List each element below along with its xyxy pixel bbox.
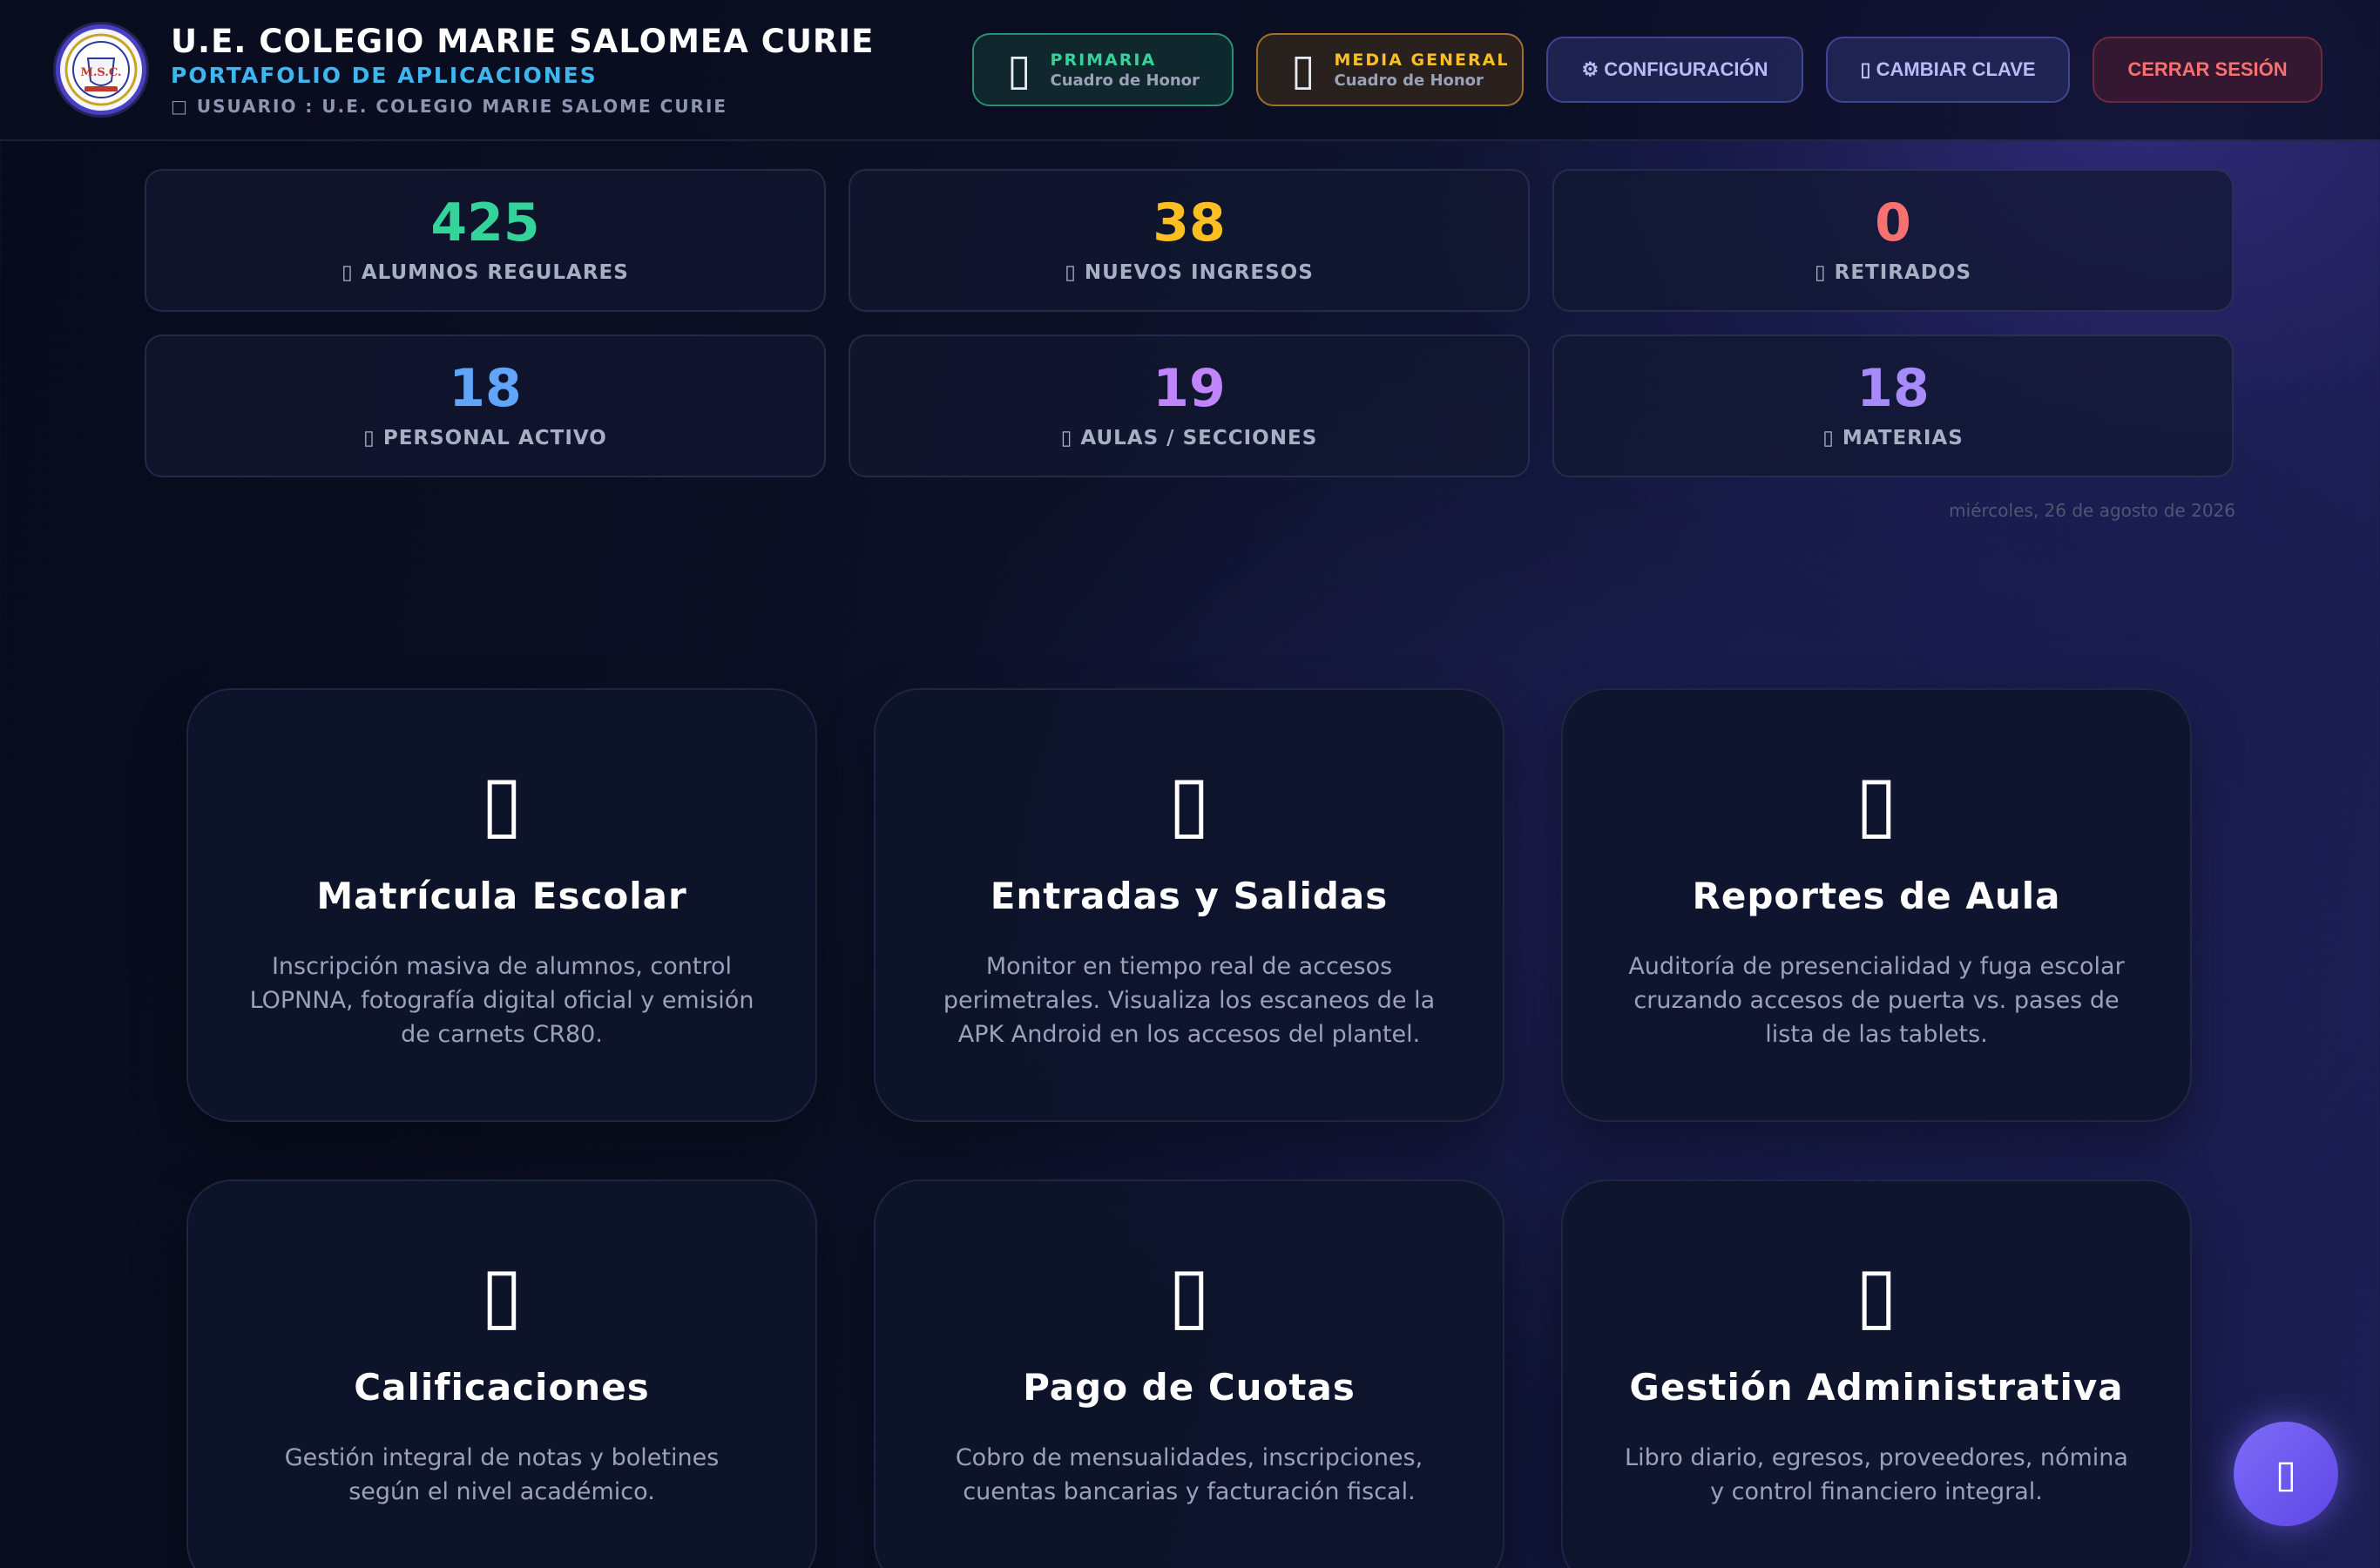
stat-value: 38: [1153, 193, 1226, 253]
stat-value: 425: [430, 193, 540, 253]
stat-label: ▯ AULAS / SECCIONES: [1060, 427, 1318, 449]
chat-icon: ▯: [2275, 1451, 2297, 1497]
module-card-grades[interactable]: ▯ Calificaciones Gestión integral de not…: [186, 1179, 817, 1568]
stat-value: 19: [1153, 358, 1226, 419]
logout-button[interactable]: CERRAR SESIÓN: [2093, 37, 2323, 103]
module-card-administration[interactable]: ▯ Gestión Administrativa Libro diario, e…: [1561, 1179, 2192, 1568]
module-title: Calificaciones: [354, 1366, 650, 1409]
svg-text:M.S.C.: M.S.C.: [80, 66, 121, 79]
floating-action-button[interactable]: ▯: [2234, 1422, 2338, 1526]
trophy-icon: ▯: [1291, 44, 1315, 95]
stat-card-withdrawn: 0 ▯ RETIRADOS: [1552, 169, 2234, 312]
module-card-enrollment[interactable]: ▯ Matrícula Escolar Inscripción masiva d…: [186, 688, 817, 1122]
module-description: Libro diario, egresos, proveedores, nómi…: [1625, 1444, 2128, 1505]
stat-value: 0: [1875, 193, 1911, 253]
module-description: Gestión integral de notas y boletines se…: [284, 1444, 720, 1505]
admin-icon: ▯: [1855, 1249, 1898, 1339]
stat-card-active-staff: 18 ▯ PERSONAL ACTIVO: [145, 335, 826, 477]
change-password-button[interactable]: ▯ CAMBIAR CLAVE: [1826, 37, 2070, 103]
school-logo: M.S.C.: [56, 24, 146, 115]
honor-media-title: MEDIA GENERAL: [1334, 50, 1510, 70]
honor-roll-media-button[interactable]: ▯ MEDIA GENERAL Cuadro de Honor: [1256, 33, 1524, 106]
module-title: Entradas y Salidas: [990, 875, 1389, 917]
module-title: Gestión Administrativa: [1629, 1366, 2124, 1409]
payments-icon: ▯: [1167, 1249, 1211, 1339]
stat-label: ▯ NUEVOS INGRESOS: [1065, 261, 1314, 284]
settings-button[interactable]: ⚙ CONFIGURACIÓN: [1546, 37, 1803, 103]
access-icon: ▯: [1167, 758, 1211, 848]
current-date: miércoles, 26 de agosto de 2026: [1949, 500, 2235, 521]
module-description: Monitor en tiempo real de accesos perime…: [943, 953, 1436, 1048]
stat-card-classrooms: 19 ▯ AULAS / SECCIONES: [849, 335, 1530, 477]
stat-card-new-students: 38 ▯ NUEVOS INGRESOS: [849, 169, 1530, 312]
enrollment-icon: ▯: [480, 758, 524, 848]
stat-label: ▯ PERSONAL ACTIVO: [363, 427, 607, 449]
module-description: Inscripción masiva de alumnos, control L…: [249, 953, 754, 1048]
school-name: U.E. COLEGIO MARIE SALOMEA CURIE: [171, 23, 875, 60]
honor-primaria-title: PRIMARIA: [1050, 50, 1157, 70]
portfolio-subtitle: PORTAFOLIO DE APLICACIONES: [171, 63, 598, 88]
stat-card-subjects: 18 ▯ MATERIAS: [1552, 335, 2234, 477]
module-card-fee-payments[interactable]: ▯ Pago de Cuotas Cobro de mensualidades,…: [874, 1179, 1504, 1568]
honor-media-subtitle: Cuadro de Honor: [1334, 71, 1484, 90]
school-crest-icon: M.S.C.: [64, 33, 138, 106]
top-header: M.S.C. U.E. COLEGIO MARIE SALOMEA CURIE …: [0, 0, 2380, 141]
module-description: Cobro de mensualidades, inscripciones, c…: [955, 1444, 1423, 1505]
module-title: Pago de Cuotas: [1023, 1366, 1356, 1409]
module-card-classroom-reports[interactable]: ▯ Reportes de Aula Auditoría de presenci…: [1561, 688, 2192, 1122]
stat-label: ▯ RETIRADOS: [1814, 261, 1972, 284]
stat-value: 18: [449, 358, 522, 419]
honor-primaria-subtitle: Cuadro de Honor: [1050, 71, 1200, 90]
module-card-access-log[interactable]: ▯ Entradas y Salidas Monitor en tiempo r…: [874, 688, 1504, 1122]
honor-roll-primaria-button[interactable]: ▯ PRIMARIA Cuadro de Honor: [972, 33, 1234, 106]
stat-card-regular-students: 425 ▯ ALUMNOS REGULARES: [145, 169, 826, 312]
stat-value: 18: [1856, 358, 1930, 419]
current-user: □ USUARIO : U.E. COLEGIO MARIE SALOME CU…: [171, 96, 728, 117]
module-description: Auditoría de presencialidad y fuga escol…: [1628, 953, 2125, 1048]
stat-label: ▯ ALUMNOS REGULARES: [341, 261, 629, 284]
stat-label: ▯ MATERIAS: [1822, 427, 1964, 449]
trophy-icon: ▯: [1007, 44, 1031, 95]
module-title: Matrícula Escolar: [316, 875, 687, 917]
reports-icon: ▯: [1855, 758, 1898, 848]
module-title: Reportes de Aula: [1692, 875, 2061, 917]
grades-icon: ▯: [480, 1249, 524, 1339]
